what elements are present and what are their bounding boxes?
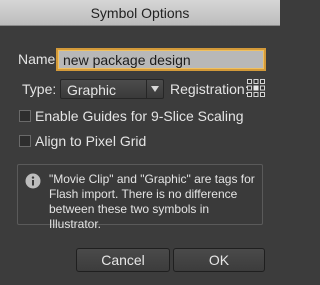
enable-guides-checkbox[interactable]: [19, 110, 31, 122]
info-panel: "Movie Clip" and "Graphic" are tags for …: [17, 164, 263, 231]
type-select-value: Graphic: [67, 82, 117, 98]
window-title: Symbol Options: [90, 5, 190, 21]
info-line: "Movie Clip" and "Graphic" are tags for: [49, 172, 255, 186]
info-line: between these two symbols in Illustrator…: [49, 202, 210, 231]
align-pixel-label: Align to Pixel Grid: [35, 133, 147, 149]
info-text: "Movie Clip" and "Graphic" are tags for …: [49, 172, 259, 232]
name-label: Name:: [18, 51, 60, 67]
registration-point-grid[interactable]: [247, 79, 265, 97]
ok-button[interactable]: OK: [173, 248, 265, 272]
registration-label: Registration:: [170, 81, 249, 97]
title-bar: Symbol Options: [0, 0, 280, 26]
info-icon: [25, 173, 41, 189]
cancel-button[interactable]: Cancel: [76, 248, 170, 272]
name-input[interactable]: [58, 50, 264, 69]
type-label: Type:: [22, 81, 57, 97]
align-pixel-checkbox[interactable]: [19, 135, 31, 147]
chevron-down-icon: [146, 80, 163, 98]
info-line: Flash import. There is no difference: [49, 187, 238, 201]
type-select[interactable]: Graphic: [60, 79, 164, 99]
enable-guides-label: Enable Guides for 9-Slice Scaling: [35, 108, 244, 124]
